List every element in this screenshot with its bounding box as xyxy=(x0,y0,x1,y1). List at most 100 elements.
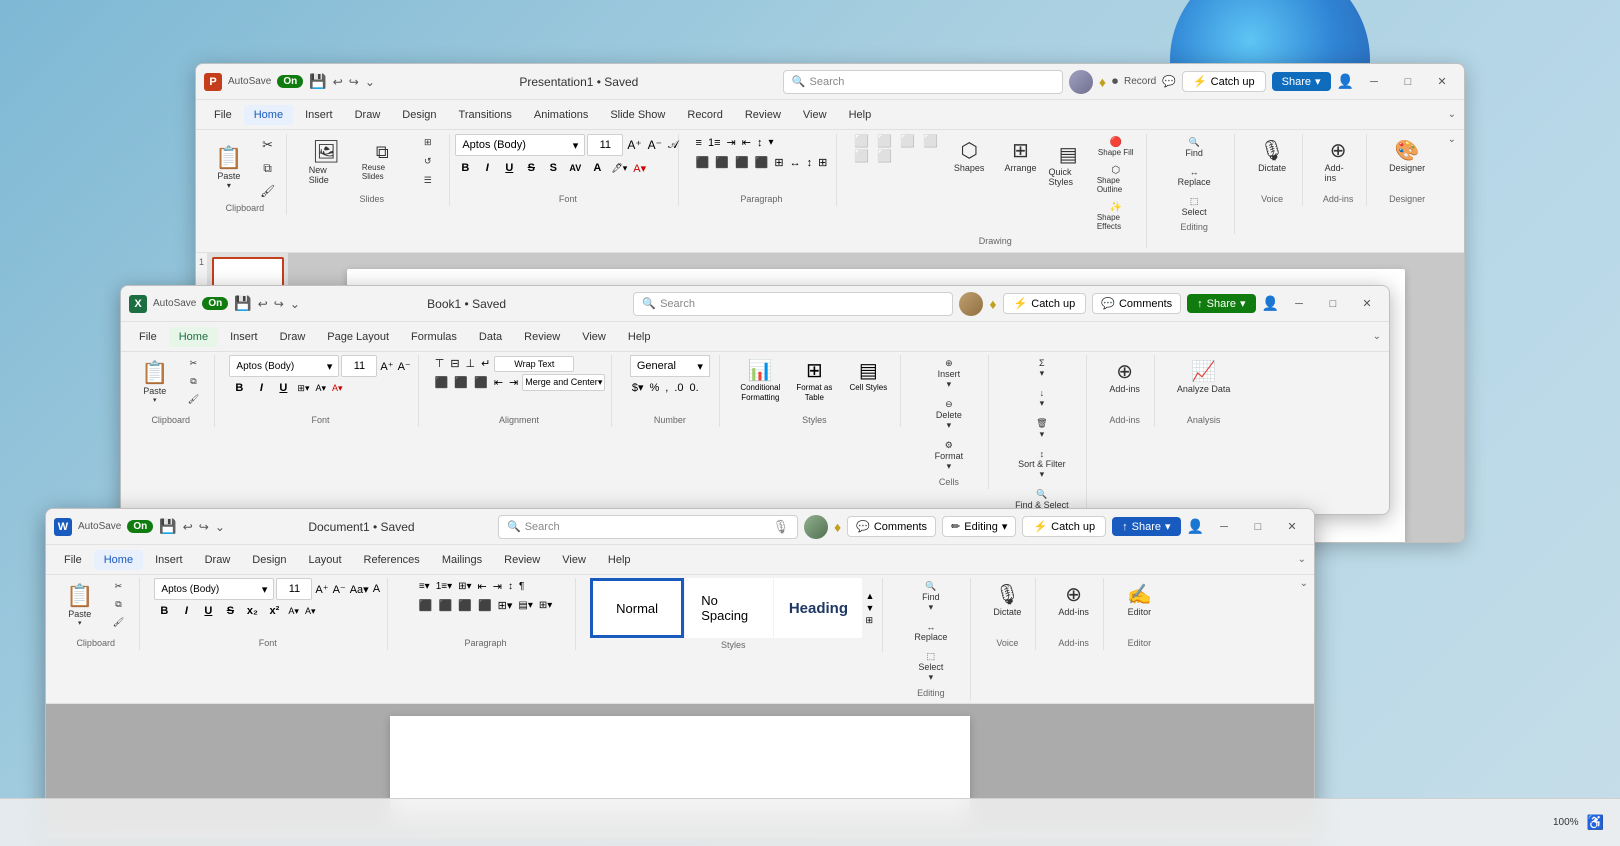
excel-share-btn[interactable]: ↑ Share ▾ xyxy=(1187,294,1255,313)
ppt-paste-btn[interactable]: 📋 Paste ▾ xyxy=(207,141,250,194)
word-subscript-btn[interactable]: x₂ xyxy=(242,602,262,620)
ppt-menu-animations[interactable]: Animations xyxy=(524,105,598,125)
excel-shrink-font-btn[interactable]: A⁻ xyxy=(397,359,412,374)
excel-format-painter-btn[interactable]: 🖌 xyxy=(178,391,208,408)
excel-autosave-toggle[interactable]: On xyxy=(202,297,228,310)
word-undo-icon[interactable]: ↩ xyxy=(183,520,193,534)
word-shading-btn[interactable]: ▤▾ xyxy=(516,598,534,613)
word-shrink-font-btn[interactable]: A⁻ xyxy=(332,582,347,597)
word-collapse-btn[interactable]: ⌄ xyxy=(1298,554,1306,565)
ppt-menu-transitions[interactable]: Transitions xyxy=(449,105,522,125)
excel-border-btn[interactable]: ⊞▾ xyxy=(295,381,311,396)
ppt-font-color-btn[interactable]: A▾ xyxy=(631,160,648,177)
word-highlight-btn[interactable]: A▾ xyxy=(286,604,301,619)
ppt-collab-icon[interactable]: 👤 xyxy=(1337,73,1354,90)
excel-cond-format-btn[interactable]: 📊 Conditional Formatting xyxy=(734,355,786,405)
excel-dec-dec-btn[interactable]: 0. xyxy=(688,380,701,396)
word-styles-down-btn[interactable]: ▼ xyxy=(865,603,874,613)
ppt-redo-icon[interactable]: ↪ xyxy=(349,75,359,89)
word-menu-file[interactable]: File xyxy=(54,550,92,570)
word-pilcrow-btn[interactable]: ¶ xyxy=(517,579,526,594)
excel-redo-icon[interactable]: ↪ xyxy=(274,297,284,311)
ppt-line-spacing-btn[interactable]: ↕ xyxy=(755,135,765,151)
ppt-maximize-btn[interactable]: □ xyxy=(1394,71,1422,93)
excel-comma-btn[interactable]: , xyxy=(663,380,670,396)
ppt-reuse-slides-btn[interactable]: ⧉ Reuse Slides xyxy=(354,138,411,185)
word-menu-references[interactable]: References xyxy=(354,550,430,570)
word-save-icon[interactable]: 💾 xyxy=(159,518,176,535)
ppt-ribbon-collapse-btn[interactable]: ⌄ xyxy=(1448,134,1456,145)
ppt-clear-format-btn[interactable]: 𝒜 xyxy=(666,137,680,154)
ppt-shape4[interactable]: ⬜ xyxy=(920,134,942,148)
word-font-selector[interactable]: Aptos (Body) ▾ xyxy=(154,578,274,600)
word-cut-btn[interactable]: ✂ xyxy=(103,578,133,595)
excel-clear-btn[interactable]: 🗑▾ xyxy=(1010,415,1074,443)
word-numbering-btn[interactable]: 1≡▾ xyxy=(434,579,454,594)
excel-catch-up-btn[interactable]: ⚡ Catch up xyxy=(1003,293,1087,314)
ppt-increase-indent-btn[interactable]: ⇥ xyxy=(725,134,738,151)
ppt-undo-icon[interactable]: ↩ xyxy=(333,75,343,89)
word-select-btn[interactable]: ⬚ Select▾ xyxy=(909,648,952,686)
ppt-smartart-btn[interactable]: ⊞ xyxy=(816,154,829,171)
word-italic-btn[interactable]: I xyxy=(176,602,196,620)
ppt-spacing-btn[interactable]: AV xyxy=(565,159,585,177)
word-left-align-btn[interactable]: ⬛ xyxy=(417,597,435,614)
excel-menu-help[interactable]: Help xyxy=(618,327,661,347)
word-avatar[interactable] xyxy=(804,515,828,539)
excel-currency-btn[interactable]: $▾ xyxy=(630,379,646,396)
ppt-copy-btn[interactable]: ⧉ xyxy=(253,158,283,179)
word-menu-help[interactable]: Help xyxy=(598,550,641,570)
ppt-arrange-btn[interactable]: ⊞ Arrange xyxy=(996,134,1044,177)
ppt-align-center-btn[interactable]: ⬛ xyxy=(713,154,731,171)
ppt-select-btn[interactable]: ⬚ Select xyxy=(1173,193,1216,220)
excel-copy-btn[interactable]: ⧉ xyxy=(178,373,208,390)
word-replace-btn[interactable]: ↔ Replace xyxy=(909,619,952,645)
excel-fill-color-btn[interactable]: A▾ xyxy=(313,381,328,396)
ppt-bullets-btn[interactable]: ≡ xyxy=(694,135,704,151)
word-change-case-btn[interactable]: Aa▾ xyxy=(349,582,370,597)
word-menu-home[interactable]: Home xyxy=(94,550,143,570)
ppt-shape1[interactable]: ⬜ xyxy=(851,134,873,148)
excel-indent-dec-btn[interactable]: ⇤ xyxy=(492,374,505,391)
word-editor-btn[interactable]: ✍ Editor xyxy=(1119,578,1160,621)
excel-font-color-btn[interactable]: A▾ xyxy=(330,381,345,396)
excel-insert-btn[interactable]: ⊕ Insert▾ xyxy=(930,355,969,393)
word-style-normal-box[interactable]: Normal xyxy=(590,578,684,638)
word-redo-icon[interactable]: ↪ xyxy=(199,520,209,534)
word-superscript-btn[interactable]: x² xyxy=(264,602,284,620)
ppt-decrease-indent-btn[interactable]: ⇤ xyxy=(740,134,753,151)
ppt-shape-fill-btn[interactable]: 🔴 Shape Fill xyxy=(1092,134,1140,160)
word-dictate-btn[interactable]: 🎙 Dictate xyxy=(985,578,1029,621)
excel-more-icon[interactable]: ⌄ xyxy=(290,297,300,311)
excel-percent-btn[interactable]: % xyxy=(647,380,661,396)
word-editing-btn[interactable]: ✏ Editing ▾ xyxy=(942,516,1016,537)
ppt-new-slide-btn[interactable]: 🖼 New Slide xyxy=(301,135,352,189)
excel-menu-formulas[interactable]: Formulas xyxy=(401,327,467,347)
word-more-icon[interactable]: ⌄ xyxy=(215,520,225,534)
excel-minimize-btn[interactable]: ─ xyxy=(1285,293,1313,315)
ppt-designer-btn[interactable]: 🎨 Designer xyxy=(1381,134,1433,177)
excel-undo-icon[interactable]: ↩ xyxy=(258,297,268,311)
excel-format-table-btn[interactable]: ⊞ Format as Table xyxy=(788,355,840,405)
excel-center-align-btn[interactable]: ⬛ xyxy=(452,374,470,391)
ppt-underline-btn[interactable]: U xyxy=(499,159,519,177)
ppt-quick-styles-btn[interactable]: ▤ Quick Styles xyxy=(1048,134,1087,194)
excel-number-format-dropdown[interactable]: General ▾ xyxy=(630,355,710,377)
ppt-menu-draw[interactable]: Draw xyxy=(345,105,391,125)
excel-fill-btn[interactable]: ↓▾ xyxy=(1010,385,1074,412)
word-minimize-btn[interactable]: ─ xyxy=(1210,516,1238,538)
ppt-reset-btn[interactable]: ↺ xyxy=(413,153,443,170)
ppt-text-dir-btn[interactable]: ↔ xyxy=(788,155,803,171)
ppt-col-btn[interactable]: ⊞ xyxy=(772,154,785,171)
ppt-share-btn[interactable]: Share ▾ xyxy=(1272,72,1331,91)
ppt-more-icon[interactable]: ⌄ xyxy=(365,75,375,89)
excel-align-bottom-btn[interactable]: ⊥ xyxy=(464,355,478,372)
excel-left-align-btn[interactable]: ⬛ xyxy=(433,374,451,391)
word-col-btn[interactable]: ⊞▾ xyxy=(496,597,515,614)
word-autosave-toggle[interactable]: On xyxy=(127,520,153,533)
excel-menu-data[interactable]: Data xyxy=(469,327,512,347)
word-justify-btn[interactable]: ⬛ xyxy=(476,597,494,614)
excel-maximize-btn[interactable]: □ xyxy=(1319,293,1347,315)
ppt-minimize-btn[interactable]: ─ xyxy=(1360,71,1388,93)
ppt-italic-btn[interactable]: I xyxy=(477,159,497,177)
